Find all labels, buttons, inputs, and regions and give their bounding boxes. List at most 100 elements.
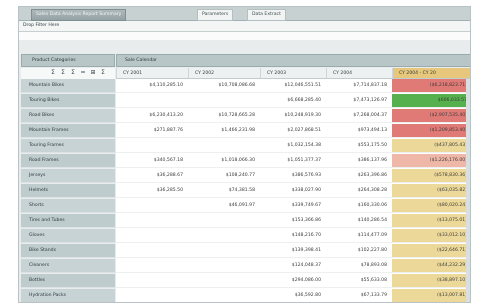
value-cell[interactable] bbox=[116, 274, 188, 288]
variance-cell[interactable]: ($80,020.24) bbox=[392, 199, 470, 213]
value-cell[interactable]: $338,027.90 bbox=[260, 184, 326, 198]
value-cell[interactable]: $339,749.67 bbox=[260, 199, 326, 213]
variance-cell[interactable]: ($578,830.36) bbox=[392, 169, 470, 183]
value-cell[interactable] bbox=[188, 139, 260, 153]
column-header-cy2002[interactable]: CY 2002 bbox=[188, 68, 260, 79]
value-cell[interactable]: $1,032,154.38 bbox=[260, 139, 326, 153]
value-cell[interactable] bbox=[116, 94, 188, 108]
column-header-cy2004[interactable]: CY 2004 bbox=[326, 68, 392, 79]
value-cell[interactable]: $55,633.08 bbox=[326, 274, 392, 288]
sum-icon[interactable]: Σ bbox=[59, 69, 67, 77]
value-cell[interactable]: $74,381.58 bbox=[188, 184, 260, 198]
row-label[interactable]: Cleaners bbox=[21, 259, 115, 273]
value-cell[interactable]: $294,086.00 bbox=[260, 274, 326, 288]
variance-cell[interactable]: ($2,907,535.40) bbox=[392, 109, 470, 123]
row-label[interactable]: Bike Stands bbox=[21, 244, 115, 258]
variance-cell[interactable]: ($44,232.29) bbox=[392, 259, 470, 273]
value-cell[interactable] bbox=[188, 259, 260, 273]
sum-icon[interactable]: Σ bbox=[69, 69, 77, 77]
value-cell[interactable] bbox=[116, 289, 188, 302]
grid-icon[interactable]: ⊞ bbox=[89, 69, 97, 77]
variance-cell[interactable]: ($437,805.43) bbox=[392, 139, 470, 153]
value-cell[interactable]: $10,708,086.68 bbox=[188, 79, 260, 93]
value-cell[interactable]: $6,668,285.40 bbox=[260, 94, 326, 108]
row-label[interactable]: Mountain Bikes bbox=[21, 79, 115, 93]
value-cell[interactable]: $263,396.86 bbox=[326, 169, 392, 183]
value-cell[interactable]: $140,286.54 bbox=[326, 214, 392, 228]
row-label[interactable]: Helmets bbox=[21, 184, 115, 198]
value-cell[interactable]: $36,285.50 bbox=[116, 184, 188, 198]
value-cell[interactable]: $108,240.77 bbox=[188, 169, 260, 183]
value-cell[interactable] bbox=[116, 229, 188, 243]
variance-cell[interactable]: ($6,218,823.71) bbox=[392, 79, 470, 93]
value-cell[interactable] bbox=[188, 274, 260, 288]
value-cell[interactable] bbox=[116, 259, 188, 273]
value-cell[interactable]: $46,091.97 bbox=[188, 199, 260, 213]
variance-cell[interactable]: ($1,209,853.40) bbox=[392, 124, 470, 138]
value-cell[interactable]: $7,473,126.97 bbox=[326, 94, 392, 108]
value-cell[interactable] bbox=[188, 229, 260, 243]
value-cell[interactable]: $7,268,004.37 bbox=[326, 109, 392, 123]
filter-drop-zone[interactable]: Drop Filter Here bbox=[19, 21, 470, 32]
value-cell[interactable] bbox=[188, 94, 260, 108]
value-cell[interactable]: $340,567.18 bbox=[116, 154, 188, 168]
value-cell[interactable] bbox=[116, 244, 188, 258]
variance-cell[interactable]: ($33,012.10) bbox=[392, 229, 470, 243]
value-cell[interactable]: $1,051,377.37 bbox=[260, 154, 326, 168]
row-label[interactable]: Tires and Tubes bbox=[21, 214, 115, 228]
value-cell[interactable]: $36,592.80 bbox=[260, 289, 326, 302]
value-cell[interactable] bbox=[116, 214, 188, 228]
value-cell[interactable]: $67,133.79 bbox=[326, 289, 392, 302]
value-cell[interactable]: $114,477.09 bbox=[326, 229, 392, 243]
value-cell[interactable]: $10,728,665.28 bbox=[188, 109, 260, 123]
variance-cell[interactable]: ($38,897.10) bbox=[392, 274, 470, 288]
value-cell[interactable] bbox=[116, 139, 188, 153]
row-label[interactable]: Touring Bikes bbox=[21, 94, 115, 108]
column-header-cy2003[interactable]: CY 2003 bbox=[260, 68, 326, 79]
column-header-title-bar[interactable]: Sale Calendar bbox=[116, 54, 470, 67]
value-cell[interactable]: $10,248,919.30 bbox=[260, 109, 326, 123]
tab-sales-report[interactable]: Sales Data Analysis Report Summary bbox=[31, 9, 127, 21]
variance-cell[interactable]: ($63,035.82) bbox=[392, 184, 470, 198]
variance-cell[interactable]: $606,033.57 bbox=[392, 94, 470, 108]
variance-cell[interactable]: ($1,226,176.00) bbox=[392, 154, 470, 168]
row-header-title-bar[interactable]: Product Categories bbox=[21, 54, 115, 67]
value-cell[interactable]: $4,110,285.10 bbox=[116, 79, 188, 93]
value-cell[interactable]: $6,230,413.20 bbox=[116, 109, 188, 123]
sum-icon[interactable]: Σ bbox=[99, 69, 107, 77]
variance-cell[interactable]: ($13,075.01) bbox=[392, 214, 470, 228]
value-cell[interactable]: $386,137.96 bbox=[326, 154, 392, 168]
value-cell[interactable] bbox=[188, 289, 260, 302]
value-cell[interactable]: $160,330.06 bbox=[326, 199, 392, 213]
row-label[interactable]: Mountain Frames bbox=[21, 124, 115, 138]
sum-icon[interactable]: Σ bbox=[49, 69, 57, 77]
row-label[interactable]: Shorts bbox=[21, 199, 115, 213]
value-cell[interactable]: $973,494.13 bbox=[326, 124, 392, 138]
value-cell[interactable]: $7,714,837.18 bbox=[326, 79, 392, 93]
tab-parameters[interactable]: Parameters bbox=[197, 9, 234, 21]
row-label[interactable]: Bottles bbox=[21, 274, 115, 288]
row-label[interactable]: Road Bikes bbox=[21, 109, 115, 123]
tab-data-extract[interactable]: Data Extract bbox=[247, 9, 286, 21]
value-cell[interactable]: $553,175.50 bbox=[326, 139, 392, 153]
value-cell[interactable] bbox=[116, 199, 188, 213]
row-label[interactable]: Road Frames bbox=[21, 154, 115, 168]
value-cell[interactable]: $78,893.08 bbox=[326, 259, 392, 273]
value-cell[interactable]: $2,027,868.51 bbox=[260, 124, 326, 138]
column-header-cy2001[interactable]: CY 2001 bbox=[116, 68, 188, 79]
variance-cell[interactable]: ($13,007.81) bbox=[392, 289, 470, 302]
value-cell[interactable]: $1,466,231.98 bbox=[188, 124, 260, 138]
value-cell[interactable]: $1,018,066.30 bbox=[188, 154, 260, 168]
row-label[interactable]: Jerseys bbox=[21, 169, 115, 183]
value-cell[interactable] bbox=[188, 214, 260, 228]
value-cell[interactable]: $271,887.76 bbox=[116, 124, 188, 138]
value-cell[interactable]: $102,227.80 bbox=[326, 244, 392, 258]
value-cell[interactable]: $148,216.70 bbox=[260, 229, 326, 243]
vertical-scrollbar[interactable] bbox=[466, 79, 470, 302]
row-label[interactable]: Touring Frames bbox=[21, 139, 115, 153]
row-label[interactable]: Hydration Packs bbox=[21, 289, 115, 302]
value-cell[interactable] bbox=[188, 244, 260, 258]
column-header-variance[interactable]: CY 2004 - CY 20 bbox=[392, 68, 470, 79]
value-cell[interactable]: $386,576.93 bbox=[260, 169, 326, 183]
row-label[interactable]: Gloves bbox=[21, 229, 115, 243]
